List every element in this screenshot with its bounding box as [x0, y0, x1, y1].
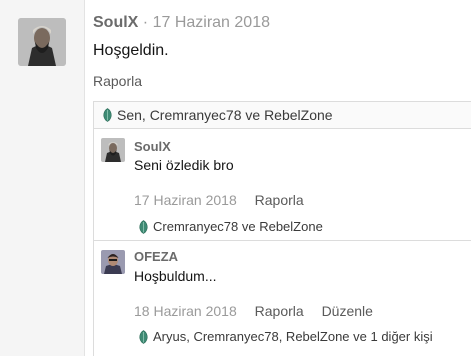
- reply-avatar[interactable]: [101, 138, 125, 162]
- post-header: SoulX · 17 Haziran 2018: [93, 14, 270, 32]
- reply-date[interactable]: 18 Haziran 2018: [134, 303, 237, 319]
- reply-text: Seni özledik bro: [134, 157, 234, 173]
- post-report-link[interactable]: Raporla: [93, 73, 142, 89]
- reply-edit-link[interactable]: Düzenle: [322, 303, 373, 319]
- leaf-icon: [139, 329, 148, 344]
- reply-likes: Aryus, Cremranyec78, RebelZone ve 1 diğe…: [138, 329, 433, 344]
- reply-actions: 18 Haziran 2018 Raporla Düzenle: [134, 303, 387, 319]
- header-separator: ·: [142, 14, 149, 31]
- replies-list: SoulX Seni özledik bro 17 Haziran 2018 R…: [93, 129, 471, 356]
- leaf-icon: [103, 108, 112, 122]
- reply-text: Hoşbuldum...: [134, 268, 217, 284]
- reply-report-link[interactable]: Raporla: [255, 303, 304, 319]
- post-date[interactable]: 17 Haziran 2018: [153, 14, 270, 31]
- post-likes-text[interactable]: Sen, Cremranyec78 ve RebelZone: [117, 107, 333, 123]
- reply-avatar[interactable]: [101, 250, 125, 274]
- reply-likes-text[interactable]: Aryus, Cremranyec78, RebelZone ve 1 diğe…: [153, 329, 433, 344]
- reply-report-link[interactable]: Raporla: [255, 192, 304, 208]
- reply-actions: 17 Haziran 2018 Raporla: [134, 192, 318, 208]
- reply-date[interactable]: 17 Haziran 2018: [134, 192, 237, 208]
- post-body: Hoşgeldin.: [93, 42, 169, 59]
- reply-item: OFEZA Hoşbuldum... 18 Haziran 2018 Rapor…: [94, 241, 471, 356]
- post-likes-bar: Sen, Cremranyec78 ve RebelZone: [93, 101, 471, 129]
- reply-username[interactable]: OFEZA: [134, 249, 178, 264]
- leaf-icon: [139, 219, 148, 234]
- reply-likes-text[interactable]: Cremranyec78 ve RebelZone: [153, 219, 323, 234]
- reply-username[interactable]: SoulX: [134, 139, 171, 154]
- post-avatar[interactable]: [18, 18, 66, 66]
- reply-item: SoulX Seni özledik bro 17 Haziran 2018 R…: [94, 129, 471, 241]
- reply-likes: Cremranyec78 ve RebelZone: [138, 219, 323, 234]
- post-username[interactable]: SoulX: [93, 14, 138, 31]
